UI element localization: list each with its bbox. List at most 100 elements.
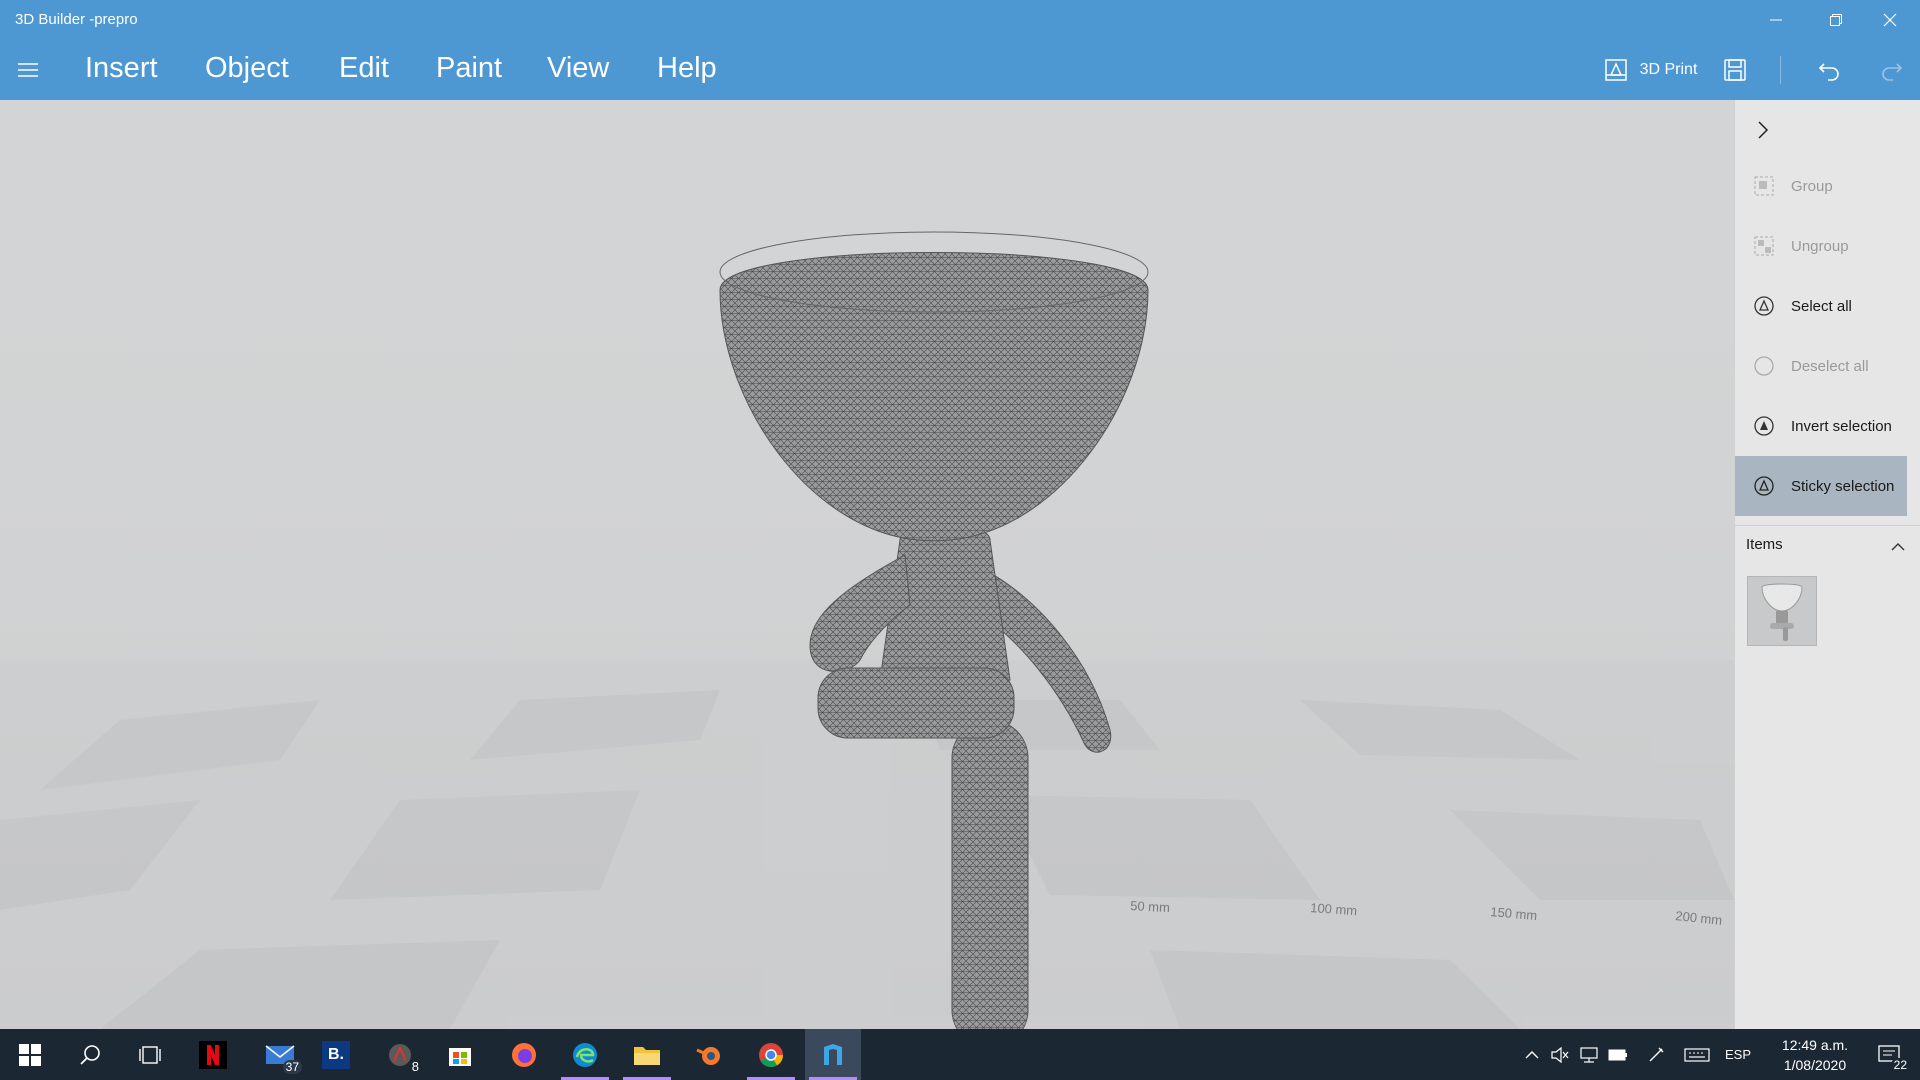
3d-viewport[interactable]: 50 mm 100 mm 150 mm 200 mm — [0, 100, 1734, 1029]
deselect-all-button[interactable]: Deselect all — [1735, 336, 1907, 396]
ruler-label-50: 50 mm — [1130, 898, 1170, 915]
redo-icon — [1882, 63, 1903, 81]
hamburger-icon — [18, 63, 38, 77]
restore-button[interactable] — [1806, 0, 1866, 40]
notifications-badge: 22 — [1890, 1058, 1910, 1072]
netflix-icon — [199, 1040, 227, 1069]
task-view-icon — [139, 1045, 161, 1064]
network-button[interactable] — [1577, 1029, 1601, 1080]
task-view-button[interactable] — [122, 1029, 178, 1080]
netflix-app[interactable] — [185, 1029, 241, 1080]
chrome-icon — [759, 1042, 783, 1067]
close-icon — [1883, 13, 1897, 27]
3d-builder-icon — [824, 1043, 842, 1065]
undo-button[interactable] — [1810, 50, 1850, 90]
keyboard-button[interactable] — [1682, 1029, 1712, 1080]
menu-view[interactable]: View — [547, 52, 609, 85]
clock-date: 1/08/2020 — [1783, 1057, 1847, 1073]
deselect-all-label: Deselect all — [1791, 357, 1869, 375]
taskbar: 37 B. 8 ESP 12:49 a.m. 1/08/2020 22 — [0, 1029, 1920, 1080]
3d-print-icon — [1604, 59, 1627, 81]
deselect-all-icon — [1753, 355, 1775, 377]
booking-icon: B. — [322, 1040, 350, 1069]
ungroup-button[interactable]: Ungroup — [1735, 216, 1907, 276]
blender-app[interactable] — [681, 1029, 737, 1080]
pen-button[interactable] — [1644, 1029, 1668, 1080]
volume-muted-icon — [1551, 1046, 1569, 1063]
select-all-button[interactable]: Select all — [1735, 276, 1907, 336]
scene-canvas[interactable]: 50 mm 100 mm 150 mm 200 mm — [0, 100, 1734, 1029]
chrome-app[interactable] — [743, 1029, 799, 1080]
3d-builder-app[interactable] — [805, 1029, 861, 1080]
select-all-icon — [1753, 295, 1775, 317]
undo-icon — [1818, 63, 1839, 81]
menu-edit[interactable]: Edit — [339, 52, 389, 85]
mail-app[interactable]: 37 — [252, 1029, 308, 1080]
ungroup-label: Ungroup — [1791, 237, 1849, 255]
battery-button[interactable] — [1606, 1029, 1630, 1080]
redo-button[interactable] — [1871, 50, 1911, 90]
file-explorer-app[interactable] — [619, 1029, 675, 1080]
menu-bar: Insert Object Edit Paint View Help 3D Pr… — [0, 40, 1920, 100]
booking-app[interactable]: B. — [308, 1029, 364, 1080]
clock-time: 12:49 a.m. — [1781, 1037, 1849, 1053]
invert-selection-button[interactable]: Invert selection — [1735, 396, 1907, 456]
battery-icon — [1608, 1049, 1627, 1060]
menu-paint[interactable]: Paint — [436, 52, 502, 85]
chevron-up-icon — [1525, 1051, 1539, 1059]
network-icon — [1580, 1046, 1598, 1063]
group-icon — [1753, 175, 1775, 197]
collapse-panel-button[interactable] — [1747, 114, 1779, 146]
restore-icon — [1830, 14, 1842, 26]
hamburger-menu-button[interactable] — [8, 50, 48, 90]
select-all-label: Select all — [1791, 297, 1852, 315]
blender-icon — [696, 1046, 720, 1065]
chevron-right-icon — [1758, 121, 1769, 139]
search-button[interactable] — [62, 1029, 118, 1080]
invert-selection-icon — [1753, 415, 1775, 437]
window-title: 3D Builder -prepro — [15, 11, 138, 28]
save-button[interactable] — [1715, 50, 1755, 90]
volume-button[interactable] — [1548, 1029, 1572, 1080]
app-badge: 8 — [411, 1059, 419, 1074]
item-thumbnail[interactable] — [1747, 576, 1817, 646]
pen-icon — [1649, 1047, 1664, 1061]
minimize-button[interactable] — [1746, 0, 1806, 40]
3d-print-label: 3D Print — [1639, 61, 1698, 78]
chevron-up-icon — [1891, 542, 1905, 550]
windows-start-icon — [19, 1043, 41, 1066]
menu-help[interactable]: Help — [657, 52, 717, 85]
3d-print-button[interactable]: 3D Print — [1588, 50, 1713, 90]
group-label: Group — [1791, 177, 1833, 195]
items-collapse-button[interactable] — [1885, 534, 1911, 558]
edge-icon — [573, 1042, 597, 1067]
items-label: Items — [1746, 536, 1783, 553]
selection-panel: Group Ungroup Select all Deselect all In… — [1734, 100, 1920, 1029]
save-icon — [1724, 59, 1746, 81]
group-button[interactable]: Group — [1735, 156, 1907, 216]
clock[interactable]: 12:49 a.m. 1/08/2020 — [1765, 1035, 1865, 1075]
show-hidden-icons-button[interactable] — [1520, 1029, 1544, 1080]
search-icon — [80, 1044, 100, 1065]
title-bar: 3D Builder -prepro — [0, 0, 1920, 40]
menu-insert[interactable]: Insert — [85, 52, 158, 85]
keyboard-icon — [1684, 1047, 1710, 1062]
menu-object[interactable]: Object — [205, 52, 289, 85]
language-label: ESP — [1724, 1047, 1751, 1062]
invert-selection-label: Invert selection — [1791, 417, 1892, 435]
app-with-badge[interactable]: 8 — [372, 1029, 428, 1080]
edge-app[interactable] — [557, 1029, 613, 1080]
store-icon — [449, 1047, 471, 1066]
start-button[interactable] — [2, 1029, 58, 1080]
notifications-button[interactable]: 22 — [1868, 1029, 1912, 1080]
close-button[interactable] — [1860, 0, 1920, 40]
sticky-selection-label: Sticky selection — [1791, 477, 1895, 495]
mail-badge: 37 — [282, 1060, 302, 1074]
store-app[interactable] — [432, 1029, 488, 1080]
language-button[interactable]: ESP — [1720, 1029, 1756, 1080]
folder-icon — [634, 1046, 660, 1065]
sticky-selection-icon — [1753, 475, 1775, 497]
ungroup-icon — [1753, 235, 1775, 257]
firefox-app[interactable] — [496, 1029, 552, 1080]
sticky-selection-button[interactable]: Sticky selection — [1735, 456, 1907, 516]
